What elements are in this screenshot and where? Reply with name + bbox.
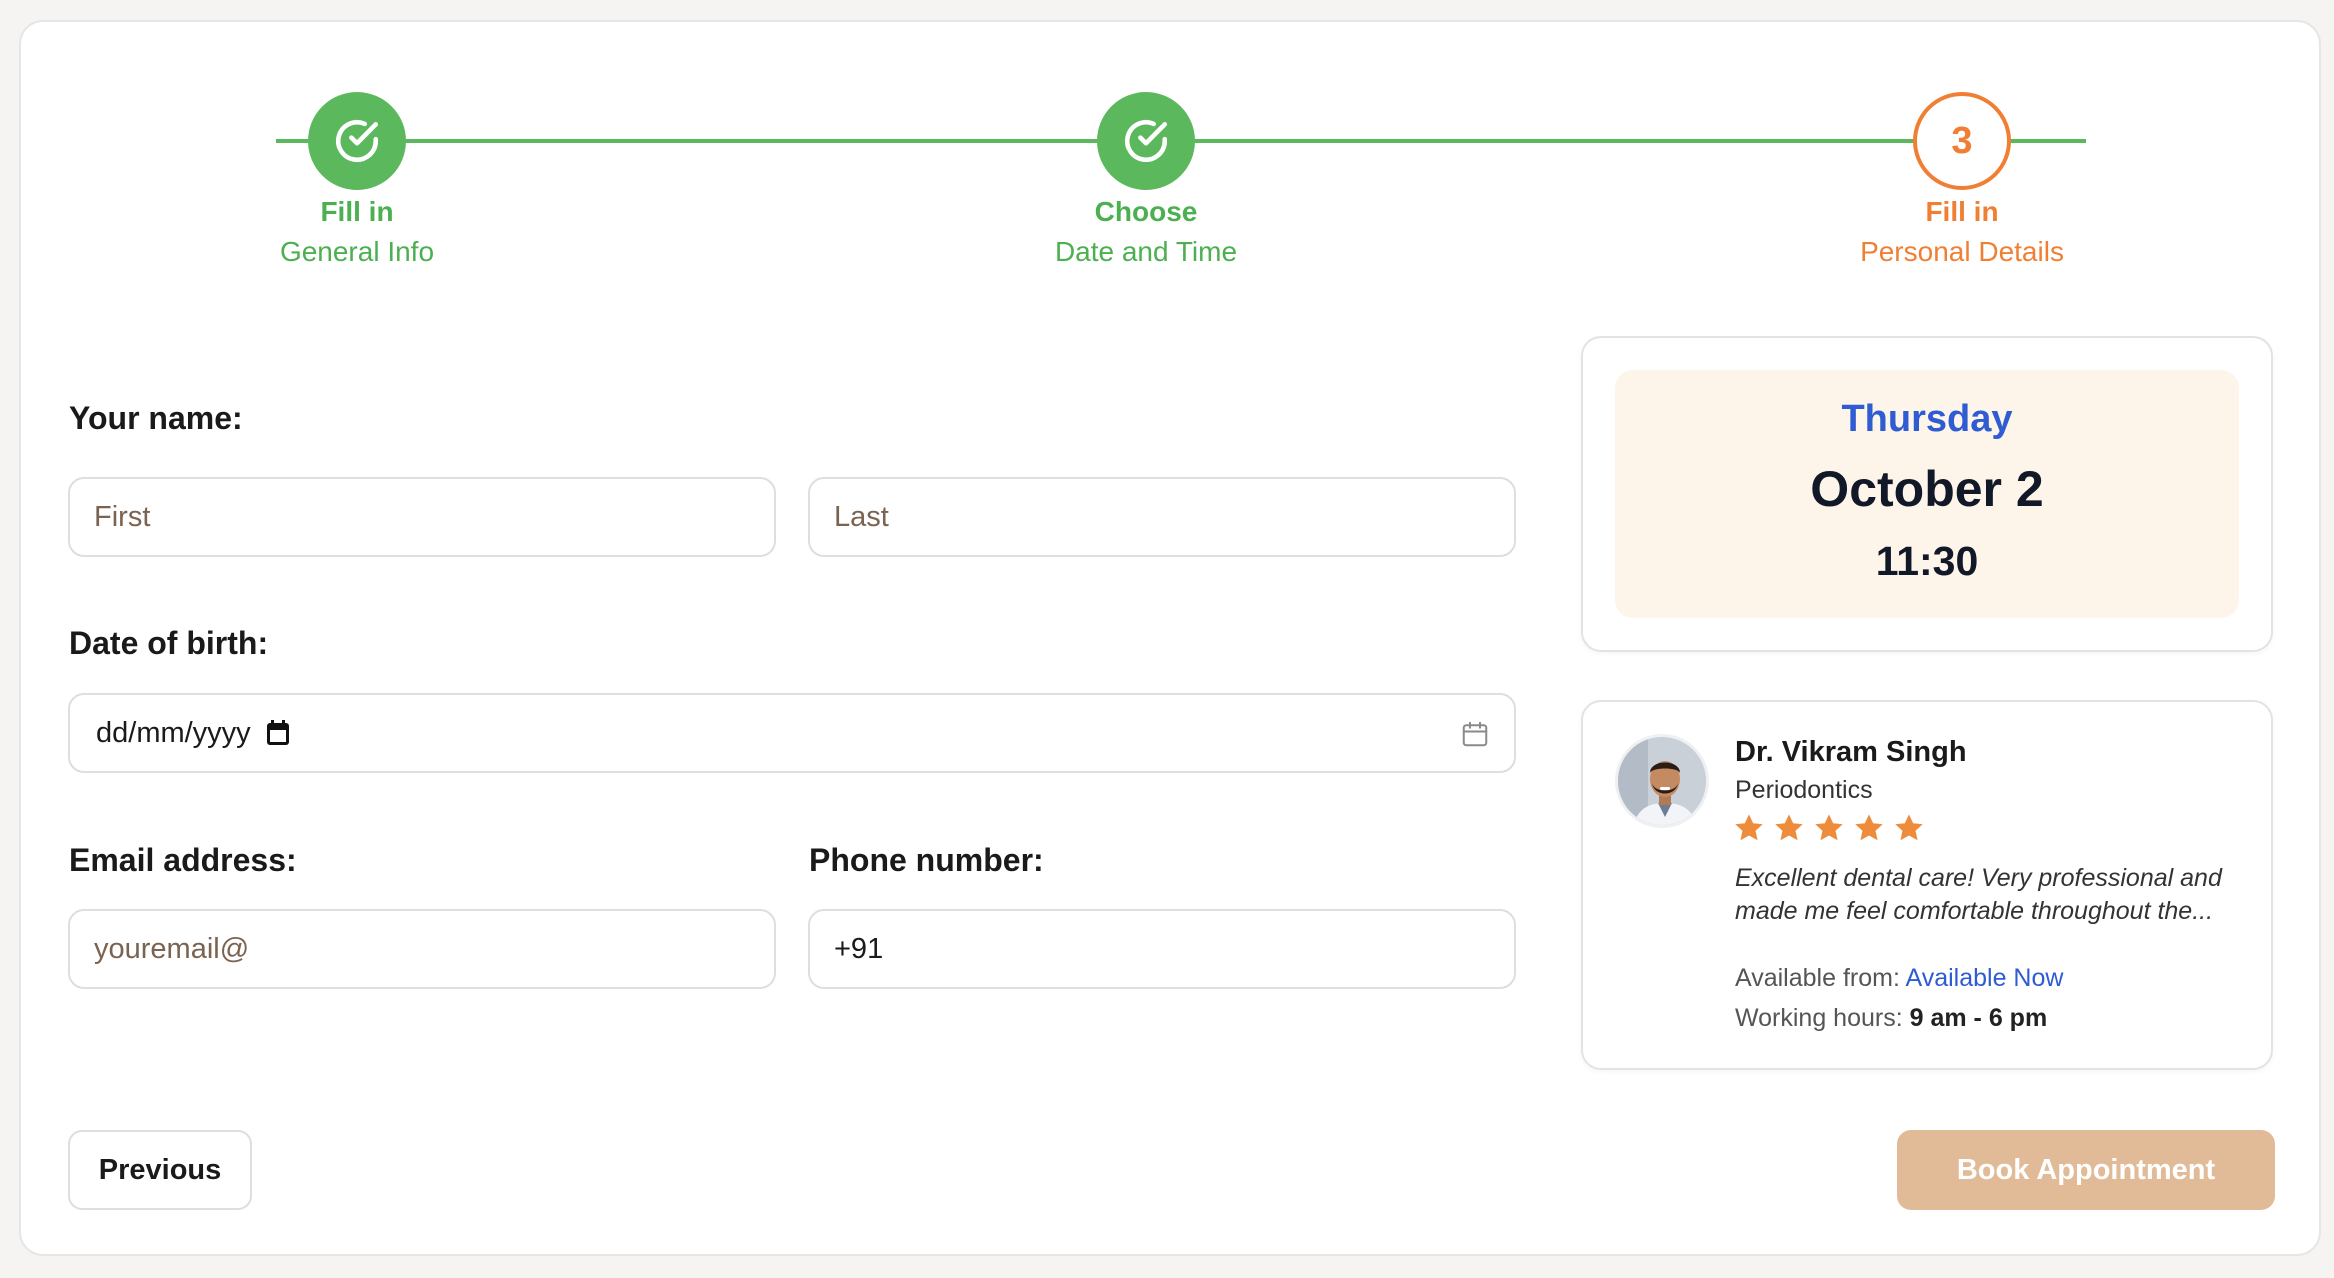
calendar-icon[interactable] (265, 719, 291, 747)
star-icon (1775, 814, 1803, 841)
step-1-subtitle: General Info (279, 236, 435, 267)
step-3-number: 3 (1951, 119, 1973, 162)
appointment-summary-card: Thursday October 2 11:30 (1581, 336, 2273, 652)
appointment-date: October 2 (1810, 461, 2044, 517)
last-name-input[interactable] (808, 477, 1516, 557)
star-icon (1855, 814, 1883, 841)
appointment-time: 11:30 (1875, 538, 1979, 584)
star-icon (1815, 814, 1843, 841)
dob-value: dd/mm/yyyy (96, 716, 251, 749)
booking-card: 3 Fill in General Info Choose Date and T… (19, 20, 2321, 1256)
phone-input[interactable] (808, 909, 1516, 989)
appointment-day: Thursday (1841, 398, 2013, 440)
step-3-circle: 3 (1913, 92, 2011, 190)
check-circle-icon (336, 119, 379, 163)
step-2-subtitle: Date and Time (1054, 236, 1238, 267)
star-icon (1895, 814, 1923, 841)
step-3-subtitle: Personal Details (1860, 236, 2064, 267)
dob-label: Date of birth: (69, 625, 269, 661)
doctor-name: Dr. Vikram Singh (1735, 736, 1967, 768)
availability-value: Available Now (1905, 964, 2064, 992)
check-circle-icon (1125, 119, 1168, 163)
step-2-circle (1097, 92, 1195, 190)
star-icon (1735, 814, 1763, 841)
step-1-label: Fill in General Info (207, 192, 507, 272)
name-label: Your name: (69, 400, 243, 436)
step-1-circle (308, 92, 406, 190)
step-3-title: Fill in (1925, 196, 1999, 227)
working-hours-row: Working hours: 9 am - 6 pm (1735, 1004, 2047, 1033)
progress-stepper: 3 Fill in General Info Choose Date and T… (21, 22, 2319, 282)
doctor-avatar (1615, 734, 1709, 828)
email-input[interactable] (68, 909, 776, 989)
availability-row: Available from: Available Now (1735, 964, 2063, 993)
stepper-line-1 (276, 139, 1566, 143)
appointment-datetime: Thursday October 2 11:30 (1615, 370, 2239, 618)
step-2-label: Choose Date and Time (996, 192, 1296, 272)
previous-button[interactable]: Previous (68, 1130, 252, 1210)
working-hours-label: Working hours: (1735, 1004, 1903, 1032)
dob-input[interactable]: dd/mm/yyyy (68, 693, 1516, 773)
step-2-title: Choose (1094, 196, 1198, 227)
book-appointment-button[interactable]: Book Appointment (1897, 1130, 2275, 1210)
doctor-review: Excellent dental care! Very professional… (1735, 864, 2222, 925)
first-name-input[interactable] (68, 477, 776, 557)
phone-label: Phone number: (809, 842, 1044, 878)
doctor-specialty: Periodontics (1735, 776, 1873, 804)
availability-label: Available from: (1735, 964, 1900, 992)
doctor-card: Dr. Vikram Singh Periodontics Excellent … (1581, 700, 2273, 1070)
step-3-label: Fill in Personal Details (1812, 192, 2112, 272)
calendar-picker-icon[interactable] (1460, 719, 1490, 749)
step-1-title: Fill in (320, 196, 394, 227)
email-label: Email address: (69, 842, 297, 878)
doctor-rating (1733, 812, 1925, 844)
working-hours-value: 9 am - 6 pm (1909, 1004, 2048, 1032)
